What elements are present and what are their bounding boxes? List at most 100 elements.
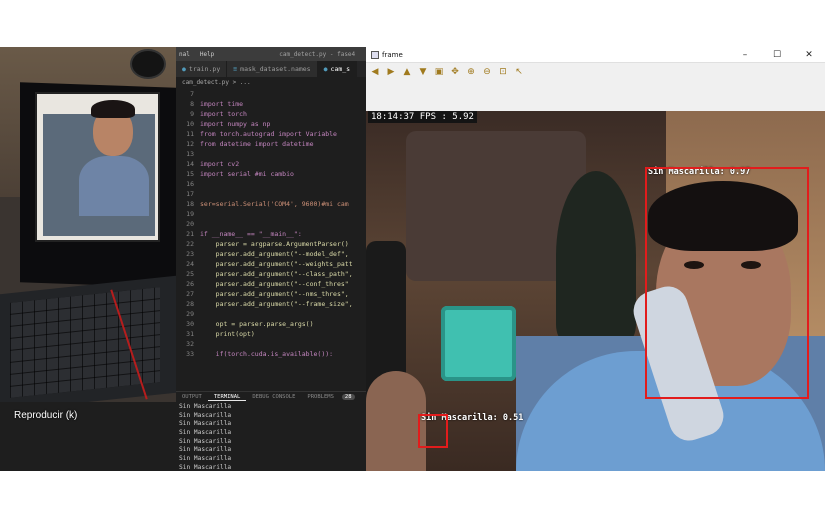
zoom-out-icon[interactable]: ⊖ [482,67,492,77]
pan-icon[interactable]: ✥ [450,67,460,77]
line-number: 30 [186,320,194,328]
terminal-line: Sin Mascarilla [179,403,232,410]
pointer-icon[interactable]: ↖ [514,67,524,77]
laptop-screen [35,92,160,242]
tab-output[interactable]: OUTPUT [176,394,208,400]
minimize-button[interactable]: – [729,50,761,60]
zoom-in-icon[interactable]: ⊕ [466,67,476,77]
terminal-line: Sin Mascarilla [179,420,232,428]
arrow-down-icon[interactable]: ▼ [418,67,428,77]
code-text: from torch.autograd import Variable [200,130,337,138]
code-line[interactable]: 28 parser.add_argument("--frame_size", [176,299,366,309]
code-area[interactable]: 7 8 import time 9 import torch 10 import numpy… [176,89,366,359]
frame-titlebar: frame – ☐ ✕ [366,47,825,63]
line-number: 7 [190,90,194,98]
code-line[interactable]: 23 parser.add_argument("--model_def", [176,249,366,259]
code-text: import cv2 [200,160,240,168]
close-button[interactable]: ✕ [793,50,825,60]
line-number: 17 [186,190,194,198]
line-number: 12 [186,140,194,148]
tab-mask-dataset[interactable]: ≡ mask_dataset.names [227,61,318,77]
tab-problems[interactable]: PROBLEMS [301,394,340,400]
breadcrumb[interactable]: cam_detect.py > ... [176,77,366,88]
window-app-icon [371,50,379,59]
line-number: 15 [186,170,194,178]
code-text: parser.add_argument("--class_path", [200,270,353,278]
hand [366,371,426,471]
line-number: 13 [186,150,194,158]
line-number: 28 [186,300,194,308]
save-icon[interactable]: ▣ [434,67,444,77]
code-text: parser.add_argument("--nms_thres", [200,290,349,298]
tab-cam-detect[interactable]: ● cam_s [317,61,358,77]
laptop-scene [0,47,176,402]
line-number: 31 [186,330,194,338]
tab-debug-console[interactable]: DEBUG CONSOLE [246,394,301,400]
code-line[interactable]: 13 [176,149,366,159]
code-text: opt = parser.parse_args() [200,320,314,328]
line-number: 20 [186,220,194,228]
code-line[interactable]: 19 [176,209,366,219]
video-player[interactable]: nal Help cam_detect.py - fase4 ● train.py… [0,47,825,471]
editor-window-title: cam_detect.py - fase4 [279,50,356,58]
code-line[interactable]: 7 [176,89,366,99]
terminal-output[interactable]: Sin Mascarilla Sin Mascarilla Sin Mascaril… [176,403,366,471]
code-text: import serial #mi cambio [200,170,294,178]
line-number: 26 [186,280,194,288]
frame-toolbar: ◀ ▶ ▲ ▼ ▣ ✥ ⊕ ⊖ ⊡ ↖ [366,63,825,81]
code-line[interactable]: 27 parser.add_argument("--nms_thres", [176,289,366,299]
code-line[interactable]: 9 import torch [176,109,366,119]
play-tooltip: Reproducir (k) [14,410,78,421]
line-number: 18 [186,200,194,208]
terminal-line: Sin Mascarilla [179,446,232,454]
code-text: from datetime import datetime [200,140,314,148]
code-line[interactable]: 31 print(opt) [176,329,366,339]
camera-feed: 18:14:37 FPS : 5.92 Sin Mascarilla: 0.97… [366,111,825,471]
code-line[interactable]: 22 parser = argparse.ArgumentParser() [176,239,366,249]
arrow-left-icon[interactable]: ◀ [370,67,380,77]
code-line[interactable]: 29 [176,309,366,319]
code-line[interactable]: 32 [176,339,366,349]
file-icon: ≡ [233,65,238,73]
terminal-line: Sin Mascarilla [179,429,232,437]
line-number: 14 [186,160,194,168]
fit-icon[interactable]: ⊡ [498,67,508,77]
arrow-right-icon[interactable]: ▶ [386,67,396,77]
menu-item[interactable]: nal [179,51,190,58]
code-text: parser.add_argument("--conf_thres" [200,280,349,288]
laptop-person-hair [91,100,135,118]
code-text: parser.add_argument("--model_def", [200,250,349,258]
code-line[interactable]: 8 import time [176,99,366,109]
code-line[interactable]: 15 import serial #mi cambio [176,169,366,179]
code-line[interactable]: 11 from torch.autograd import Variable [176,129,366,139]
arrow-up-icon[interactable]: ▲ [402,67,412,77]
line-number: 32 [186,340,194,348]
code-line[interactable]: 18 ser=serial.Serial('COM4', 9600)#mi cam [176,199,366,209]
code-line[interactable]: 21 if __name__ == "__main__": [176,229,366,239]
code-line[interactable]: 14 import cv2 [176,159,366,169]
line-number: 16 [186,180,194,188]
code-text: import time [200,100,244,108]
code-line[interactable]: 10 import numpy as np [176,119,366,129]
code-line[interactable]: 24 parser.add_argument("--weights_patt [176,259,366,269]
code-line[interactable]: 20 [176,219,366,229]
code-line[interactable]: 16 [176,179,366,189]
code-line[interactable]: 17 [176,189,366,199]
line-number: 21 [186,230,194,238]
frame-window-title: frame [382,50,403,59]
code-line[interactable]: 25 parser.add_argument("--class_path", [176,269,366,279]
line-number: 27 [186,290,194,298]
tab-label: train.py [188,65,221,73]
tab-terminal[interactable]: TERMINAL [207,394,247,401]
code-line[interactable]: 33 if(torch.cuda.is_available()): [176,349,366,359]
line-number: 10 [186,120,194,128]
room-decoration [556,171,636,341]
menu-item-help[interactable]: Help [200,51,214,58]
code-line[interactable]: 12 from datetime import datetime [176,139,366,149]
tab-train[interactable]: ● train.py [176,61,228,77]
code-line[interactable]: 30 opt = parser.parse_args() [176,319,366,329]
maximize-button[interactable]: ☐ [761,50,793,60]
detection-box [418,414,448,448]
code-line[interactable]: 26 parser.add_argument("--conf_thres" [176,279,366,289]
laptop-person-shirt [79,156,149,216]
